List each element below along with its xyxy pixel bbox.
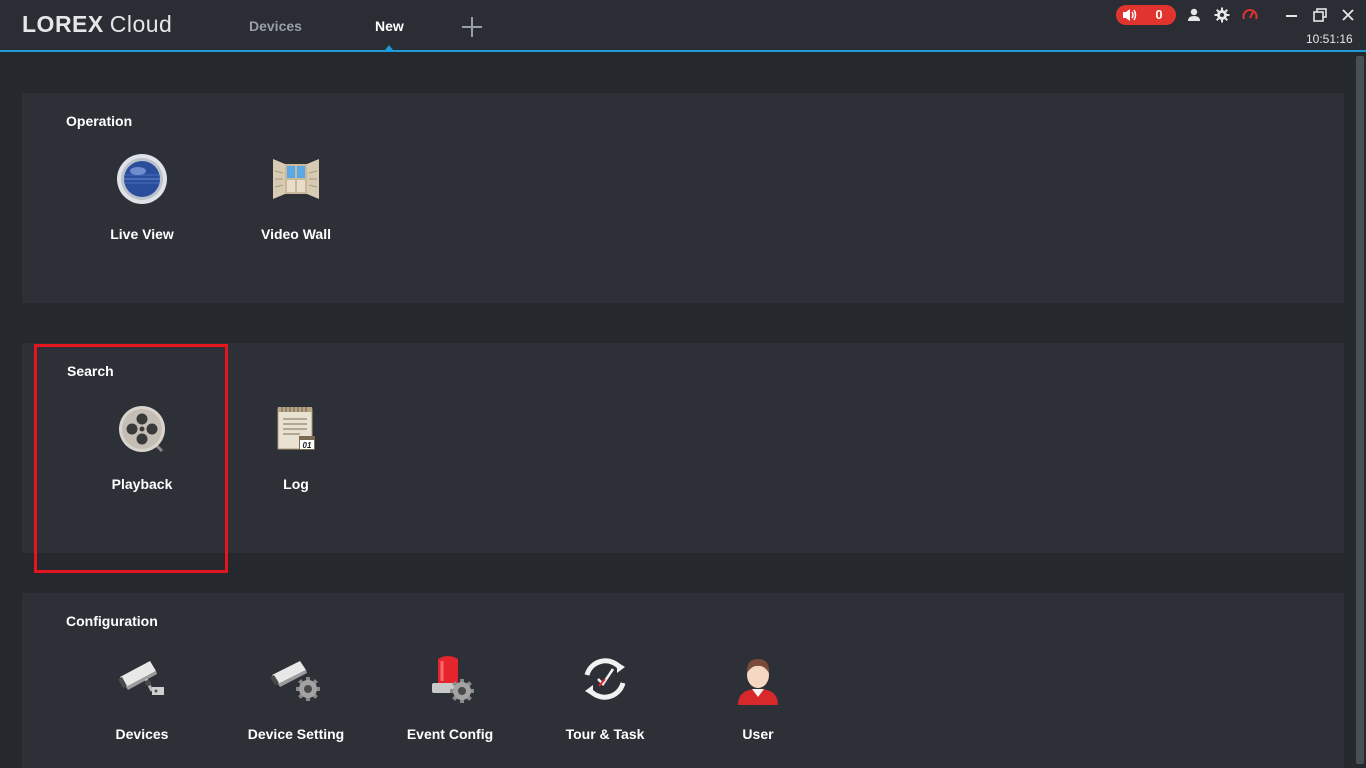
tile-label: Live View bbox=[110, 226, 174, 242]
tile-label: Device Setting bbox=[247, 726, 345, 742]
tour-clock-icon bbox=[584, 658, 626, 700]
tile-label: Video Wall bbox=[260, 226, 331, 242]
vertical-scrollbar[interactable] bbox=[1356, 56, 1364, 764]
tile-label: Playback bbox=[111, 476, 173, 492]
tile-device-setting[interactable]: Device Setting bbox=[231, 653, 361, 753]
live-view-icon bbox=[117, 154, 167, 204]
tile-playback[interactable]: Playback bbox=[77, 403, 207, 503]
section-title: Configuration bbox=[66, 613, 158, 629]
main-content: Operation Live View Video Wall Search Pl… bbox=[0, 52, 1366, 768]
speaker-icon bbox=[1123, 9, 1137, 21]
logo-product: Cloud bbox=[109, 11, 173, 37]
tile-tour-task[interactable]: Tour & Task bbox=[540, 653, 670, 753]
plus-icon[interactable] bbox=[462, 17, 482, 37]
log-icon-badge: 01 bbox=[303, 441, 312, 450]
tile-event-config[interactable]: Event Config bbox=[385, 653, 515, 753]
restore-icon[interactable] bbox=[1312, 7, 1328, 23]
playback-reel-icon bbox=[119, 406, 165, 453]
close-icon[interactable] bbox=[1340, 7, 1356, 23]
video-wall-icon bbox=[273, 159, 319, 199]
tile-label: Event Config bbox=[406, 726, 494, 742]
clock: 10:51:16 bbox=[1306, 32, 1353, 46]
tile-video-wall[interactable]: Video Wall bbox=[231, 153, 361, 253]
minimize-icon[interactable] bbox=[1284, 7, 1300, 23]
section-title: Operation bbox=[66, 113, 133, 129]
tile-devices[interactable]: Devices bbox=[77, 653, 207, 753]
app-window: LOREX Cloud Devices New 0 10:51:16 Opera… bbox=[0, 0, 1366, 768]
camera-icon bbox=[118, 661, 164, 695]
tile-label: Tour & Task bbox=[565, 726, 645, 742]
tile-label: Devices bbox=[115, 726, 169, 742]
section-operation: Operation Live View Video Wall bbox=[22, 93, 1344, 303]
app-logo: LOREX Cloud bbox=[22, 11, 172, 41]
gear-icon[interactable] bbox=[1214, 7, 1230, 23]
tab-new[interactable]: New bbox=[375, 18, 404, 40]
tab-devices[interactable]: Devices bbox=[249, 18, 302, 40]
tile-live-view[interactable]: Live View bbox=[77, 153, 207, 253]
log-notepad-icon: 01 bbox=[277, 407, 315, 450]
alarm-badge[interactable]: 0 bbox=[1116, 5, 1176, 25]
tile-label: User bbox=[742, 726, 774, 742]
section-configuration: Configuration Devices Device Setting Eve… bbox=[22, 593, 1344, 768]
title-bar: LOREX Cloud Devices New 0 10:51:16 bbox=[0, 0, 1366, 52]
section-title: Search bbox=[67, 363, 114, 379]
performance-gauge-icon[interactable] bbox=[1242, 7, 1258, 23]
logo-brand: LOREX bbox=[22, 11, 104, 37]
tile-log[interactable]: 01 Log bbox=[231, 403, 361, 503]
tile-label: Log bbox=[283, 476, 309, 492]
user-icon[interactable] bbox=[1186, 7, 1202, 23]
alarm-light-gear-icon bbox=[432, 656, 474, 703]
tile-user[interactable]: User bbox=[693, 653, 823, 753]
section-search: Search Playback 01 Log bbox=[22, 343, 1344, 553]
alarm-count: 0 bbox=[1155, 7, 1163, 22]
user-avatar-icon bbox=[738, 659, 778, 705]
camera-gear-icon bbox=[270, 661, 320, 701]
